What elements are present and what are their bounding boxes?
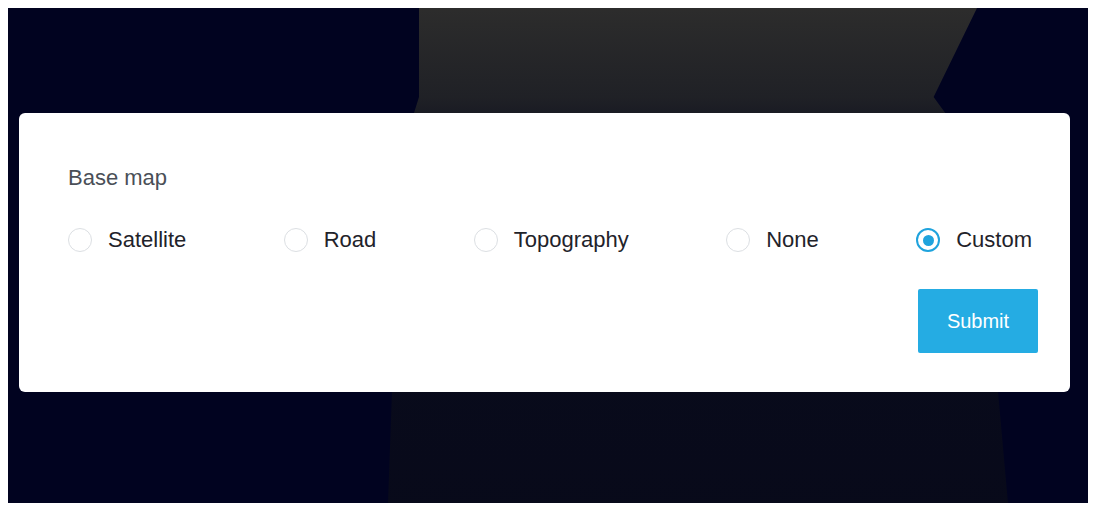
submit-button[interactable]: Submit (918, 289, 1038, 353)
radio-label[interactable]: None (766, 227, 819, 253)
page: Base map Satellite Road Topography None Custo… (0, 0, 1098, 509)
radio-button[interactable] (68, 228, 92, 252)
radio-group: Satellite Road Topography None Custom (68, 227, 1038, 253)
radio-option[interactable]: Custom (916, 227, 1032, 253)
radio-button[interactable] (474, 228, 498, 252)
radio-dot (923, 235, 934, 246)
radio-label[interactable]: Road (324, 227, 377, 253)
base-map-label: Base map (68, 165, 1038, 191)
radio-label[interactable]: Topography (514, 227, 629, 253)
radio-option[interactable]: Road (284, 227, 377, 253)
radio-label[interactable]: Custom (956, 227, 1032, 253)
radio-option[interactable]: Topography (474, 227, 629, 253)
dialog-footer: Submit (68, 289, 1038, 353)
radio-option[interactable]: None (726, 227, 819, 253)
base-map-dialog: Base map Satellite Road Topography None Custo… (19, 113, 1070, 392)
radio-label[interactable]: Satellite (108, 227, 186, 253)
radio-button[interactable] (916, 228, 940, 252)
radio-button[interactable] (284, 228, 308, 252)
radio-option[interactable]: Satellite (68, 227, 186, 253)
map-stage: Base map Satellite Road Topography None Custo… (8, 8, 1088, 503)
radio-button[interactable] (726, 228, 750, 252)
